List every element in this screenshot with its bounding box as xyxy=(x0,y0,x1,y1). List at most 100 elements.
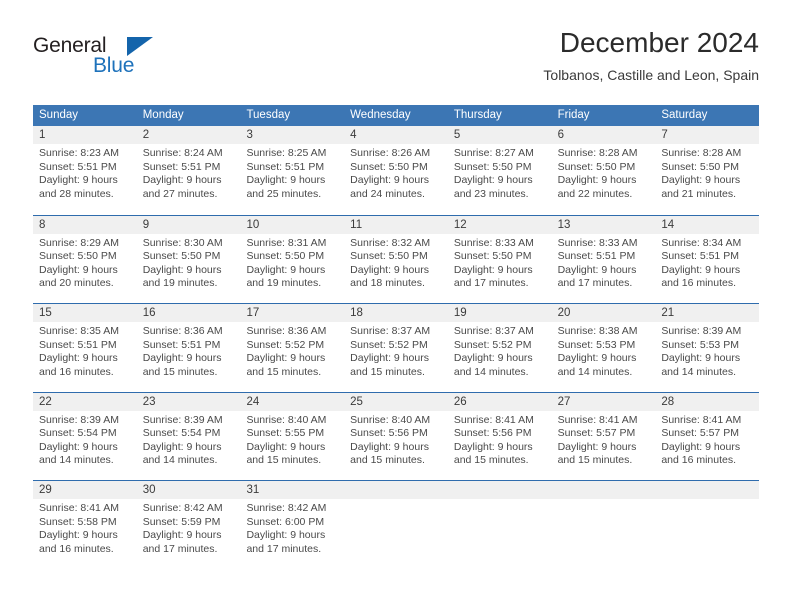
calendar-day-cell[interactable]: 22 Sunrise: 8:39 AM Sunset: 5:54 PM Dayligh… xyxy=(33,393,137,481)
calendar-day-cell[interactable]: 18 Sunrise: 8:37 AM Sunset: 5:52 PM Dayligh… xyxy=(344,304,448,392)
calendar-day-cell[interactable]: 19 Sunrise: 8:37 AM Sunset: 5:52 PM Dayligh… xyxy=(448,304,552,392)
sunrise-text: Sunrise: 8:29 AM xyxy=(39,236,119,249)
calendar-day-group: 8 Sunrise: 8:29 AM Sunset: 5:50 PM Daylight… xyxy=(33,216,759,304)
general-blue-logo[interactable]: General Blue xyxy=(33,34,213,90)
calendar-day-cell[interactable]: 12 Sunrise: 8:33 AM Sunset: 5:50 PM Dayligh… xyxy=(448,216,552,304)
sunrise-text: Sunrise: 8:35 AM xyxy=(39,325,119,337)
day-sun-info: Sunrise: 8:37 AM Sunset: 5:52 PM Daylight:… xyxy=(350,325,445,379)
sunset-text: Sunset: 5:50 PM xyxy=(350,160,428,173)
day-sun-info: Sunrise: 8:41 AM Sunset: 5:57 PM Daylight:… xyxy=(661,414,756,468)
daylight-text-line2: and 15 minutes. xyxy=(246,454,322,467)
sunrise-text: Sunrise: 8:40 AM xyxy=(350,413,431,426)
weekday-header-saturday: Saturday xyxy=(661,109,708,121)
calendar-day-cell[interactable]: 28 Sunrise: 8:41 AM Sunset: 5:57 PM Dayligh… xyxy=(655,393,759,481)
weekday-header-friday: Friday xyxy=(557,109,590,121)
calendar-day-cell[interactable]: 6 Sunrise: 8:28 AM Sunset: 5:50 PM Daylight… xyxy=(552,126,656,215)
calendar-day-cell[interactable]: 31 Sunrise: 8:42 AM Sunset: 6:00 PM Dayligh… xyxy=(240,481,344,569)
sunset-text: Sunset: 5:51 PM xyxy=(39,160,117,173)
daylight-text-line1: Daylight: 9 hours xyxy=(350,174,429,187)
calendar-day-cell[interactable]: 3 Sunrise: 8:25 AM Sunset: 5:51 PM Daylight… xyxy=(240,126,344,215)
day-number: 14 xyxy=(661,218,675,231)
calendar-day-cell[interactable]: 4 Sunrise: 8:26 AM Sunset: 5:50 PM Daylight… xyxy=(344,126,448,215)
day-number: 30 xyxy=(142,484,156,496)
sunrise-text: Sunrise: 8:32 AM xyxy=(350,236,431,249)
weekday-header-thursday: Thursday xyxy=(453,109,502,121)
calendar-day-cell[interactable]: 15 Sunrise: 8:35 AM Sunset: 5:51 PM Dayligh… xyxy=(33,304,137,392)
day-sun-info: Sunrise: 8:25 AM Sunset: 5:51 PM Daylight:… xyxy=(246,147,341,201)
sunset-text: Sunset: 5:56 PM xyxy=(453,427,532,440)
weekday-header-monday: Monday xyxy=(142,109,184,121)
day-sun-info: Sunrise: 8:37 AM Sunset: 5:52 PM Daylight:… xyxy=(454,325,549,379)
day-number: 7 xyxy=(661,129,668,141)
day-number: 19 xyxy=(453,307,467,319)
calendar-day-cell[interactable]: 17 Sunrise: 8:36 AM Sunset: 5:52 PM Dayligh… xyxy=(240,304,344,392)
day-sun-info: Sunrise: 8:41 AM Sunset: 5:57 PM Daylight:… xyxy=(558,414,653,468)
sunset-text: Sunset: 5:50 PM xyxy=(661,160,739,173)
day-sun-info: Sunrise: 8:35 AM Sunset: 5:51 PM Daylight:… xyxy=(39,325,134,379)
calendar-day-cell[interactable]: 16 Sunrise: 8:36 AM Sunset: 5:51 PM Dayligh… xyxy=(137,304,241,392)
title-block: December 2024 Tolbanos, Castille and Leo… xyxy=(543,26,759,86)
sunrise-text: Sunrise: 8:37 AM xyxy=(453,325,534,337)
daylight-text-line2: and 15 minutes. xyxy=(350,454,425,467)
sunset-text: Sunset: 5:57 PM xyxy=(661,427,739,440)
sunset-text: Sunset: 5:52 PM xyxy=(453,338,532,351)
sunrise-text: Sunrise: 8:41 AM xyxy=(661,413,742,426)
calendar-day-cell[interactable]: 7 Sunrise: 8:28 AM Sunset: 5:50 PM Daylight… xyxy=(655,126,759,215)
daylight-text-line1: Daylight: 9 hours xyxy=(350,263,429,276)
sunrise-text: Sunrise: 8:42 AM xyxy=(142,502,223,514)
sunrise-text: Sunrise: 8:23 AM xyxy=(39,147,119,159)
daylight-text-line2: and 15 minutes. xyxy=(246,365,322,378)
sunrise-text: Sunrise: 8:39 AM xyxy=(142,413,223,426)
sunset-text: Sunset: 5:51 PM xyxy=(39,338,117,351)
calendar-day-cell[interactable]: 20 Sunrise: 8:38 AM Sunset: 5:53 PM Dayligh… xyxy=(552,304,656,392)
daylight-text-line1: Daylight: 9 hours xyxy=(246,174,326,187)
daylight-text-line1: Daylight: 9 hours xyxy=(39,352,118,365)
calendar-day-cell[interactable]: 29 Sunrise: 8:41 AM Sunset: 5:58 PM Dayligh… xyxy=(33,481,137,569)
page-title: December 2024 xyxy=(559,27,759,58)
calendar-day-cell-empty xyxy=(344,481,448,569)
daylight-text-line1: Daylight: 9 hours xyxy=(142,174,222,187)
weekday-header-tuesday: Tuesday xyxy=(246,109,291,121)
daylight-text-line1: Daylight: 9 hours xyxy=(39,529,118,542)
calendar-day-cell[interactable]: 8 Sunrise: 8:29 AM Sunset: 5:50 PM Daylight… xyxy=(33,216,137,304)
day-sun-info: Sunrise: 8:38 AM Sunset: 5:53 PM Daylight:… xyxy=(558,325,653,379)
daylight-text-line2: and 16 minutes. xyxy=(661,277,737,290)
calendar-day-cell[interactable]: 2 Sunrise: 8:24 AM Sunset: 5:51 PM Daylight… xyxy=(137,126,241,215)
calendar-day-cell[interactable]: 30 Sunrise: 8:42 AM Sunset: 5:59 PM Dayligh… xyxy=(137,481,241,569)
calendar-day-cell[interactable]: 21 Sunrise: 8:39 AM Sunset: 5:53 PM Dayligh… xyxy=(655,304,759,392)
sunrise-text: Sunrise: 8:39 AM xyxy=(661,325,742,337)
day-sun-info: Sunrise: 8:23 AM Sunset: 5:51 PM Daylight:… xyxy=(39,147,134,201)
daylight-text-line1: Daylight: 9 hours xyxy=(661,352,741,365)
calendar-day-cell[interactable]: 10 Sunrise: 8:31 AM Sunset: 5:50 PM Dayligh… xyxy=(240,216,344,304)
page-header: General Blue December 2024 Tolbanos, Cas… xyxy=(33,26,759,98)
calendar-day-cell[interactable]: 5 Sunrise: 8:27 AM Sunset: 5:50 PM Daylight… xyxy=(448,126,552,215)
daylight-text-line2: and 17 minutes. xyxy=(557,277,633,290)
daylight-text-line1: Daylight: 9 hours xyxy=(246,263,326,276)
sunset-text: Sunset: 5:50 PM xyxy=(142,250,221,263)
sunrise-text: Sunrise: 8:25 AM xyxy=(246,147,327,159)
day-number: 21 xyxy=(661,307,675,319)
day-sun-info: Sunrise: 8:40 AM Sunset: 5:56 PM Daylight:… xyxy=(350,414,445,468)
calendar-day-cell[interactable]: 1 Sunrise: 8:23 AM Sunset: 5:51 PM Daylight… xyxy=(33,126,137,215)
day-sun-info: Sunrise: 8:39 AM Sunset: 5:53 PM Daylight:… xyxy=(661,325,756,379)
sunset-text: Sunset: 5:51 PM xyxy=(246,160,325,173)
calendar-day-cell[interactable]: 27 Sunrise: 8:41 AM Sunset: 5:57 PM Dayligh… xyxy=(552,393,656,481)
calendar-day-cell[interactable]: 24 Sunrise: 8:40 AM Sunset: 5:55 PM Dayligh… xyxy=(240,393,344,481)
day-sun-info: Sunrise: 8:26 AM Sunset: 5:50 PM Daylight:… xyxy=(350,147,445,201)
sunrise-text: Sunrise: 8:28 AM xyxy=(557,147,638,159)
daylight-text-line1: Daylight: 9 hours xyxy=(557,263,637,276)
sunset-text: Sunset: 5:53 PM xyxy=(557,338,636,351)
calendar-day-cell[interactable]: 23 Sunrise: 8:39 AM Sunset: 5:54 PM Dayligh… xyxy=(137,393,241,481)
calendar-day-cell[interactable]: 14 Sunrise: 8:34 AM Sunset: 5:51 PM Dayligh… xyxy=(655,216,759,304)
calendar-day-cell[interactable]: 13 Sunrise: 8:33 AM Sunset: 5:51 PM Dayligh… xyxy=(552,216,656,304)
sunset-text: Sunset: 5:59 PM xyxy=(142,515,221,528)
calendar-day-cell[interactable]: 26 Sunrise: 8:41 AM Sunset: 5:56 PM Dayligh… xyxy=(448,393,552,481)
daylight-text-line1: Daylight: 9 hours xyxy=(661,440,741,453)
calendar-day-cell[interactable]: 25 Sunrise: 8:40 AM Sunset: 5:56 PM Dayligh… xyxy=(344,393,448,481)
day-number: 23 xyxy=(142,395,156,408)
day-number: 2 xyxy=(142,129,150,141)
calendar-day-cell[interactable]: 11 Sunrise: 8:32 AM Sunset: 5:50 PM Dayligh… xyxy=(344,216,448,304)
daylight-text-line1: Daylight: 9 hours xyxy=(142,263,222,276)
calendar-day-cell[interactable]: 9 Sunrise: 8:30 AM Sunset: 5:50 PM Daylight… xyxy=(137,216,241,304)
sunset-text: Sunset: 5:57 PM xyxy=(557,427,636,440)
